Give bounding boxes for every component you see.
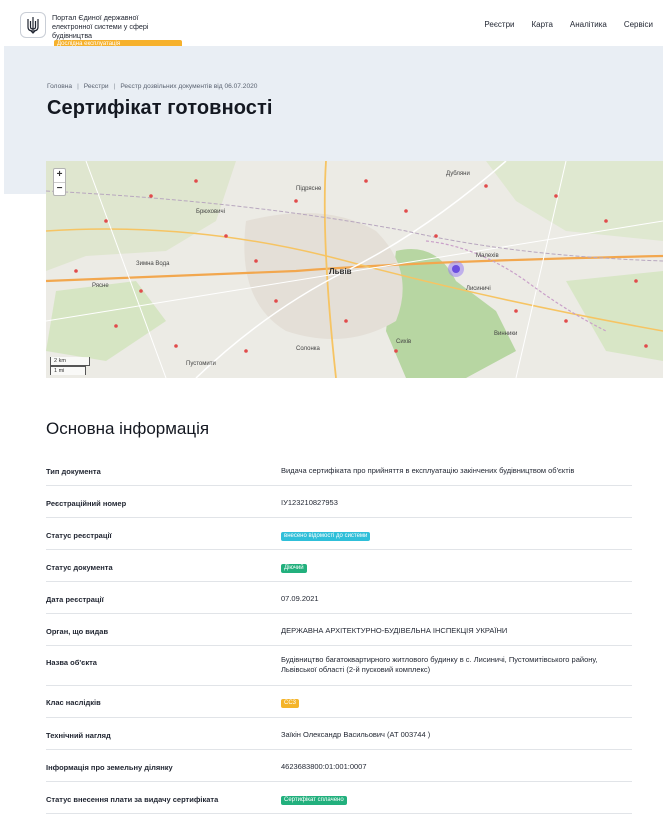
table-row: Назва об'єкта Будівництво багатоквартирно… (46, 646, 632, 686)
section-title: Основна інформація (46, 419, 210, 438)
map-label-pidriasne: Підрясне (296, 186, 322, 192)
location-map[interactable]: Рясне Львів Сихів Винники Пустомити Мале… (46, 161, 663, 378)
table-row: Статус реєстрації внесено відомості до си… (46, 518, 632, 550)
zoom-in-button[interactable]: + (54, 169, 65, 182)
row-label: Тип документа (46, 467, 101, 476)
row-value: 4623683800:01:001:0007 (281, 762, 367, 771)
table-row: Статус документа Діючий (46, 550, 632, 582)
portal-brand[interactable]: Портал Єдиної державної електронної сист… (52, 13, 182, 48)
map-label-lviv: Львів (329, 267, 352, 276)
row-value: внесено відомості до системи (281, 530, 626, 541)
table-row: Тип документа Видача сертифіката про прий… (46, 454, 632, 486)
map-tiles (46, 161, 663, 378)
row-value: Заїкін Олександр Васильович (АТ 003744 ) (281, 730, 431, 739)
breadcrumb-separator: | (113, 83, 116, 90)
table-row: Орган, що видав ДЕРЖАВНА АРХІТЕКТУРНО-БУД… (46, 614, 632, 646)
map-zoom-control: + − (53, 168, 66, 196)
row-value: ІУ123210827953 (281, 498, 338, 507)
scale-mi: 1 mi (50, 366, 86, 375)
row-label: Статус документа (46, 563, 113, 572)
row-label: Клас наслідків (46, 698, 101, 707)
trident-logo-icon[interactable] (20, 12, 46, 38)
table-row: Клас наслідків СС3 (46, 686, 632, 718)
status-badge: СС3 (281, 699, 300, 708)
map-label-sykhiv: Сихів (396, 339, 412, 345)
breadcrumb: Головна | Реєстри | Реєстр дозвільних до… (47, 83, 257, 90)
row-value: Будівництво багатоквартирного житлового … (281, 655, 598, 674)
status-badge: Сертифікат сплачено (281, 796, 347, 805)
row-value: СС3 (281, 697, 626, 708)
row-value: ДЕРЖАВНА АРХІТЕКТУРНО-БУДІВЕЛЬНА ІНСПЕКЦ… (281, 626, 508, 635)
status-badge: внесено відомості до системи (281, 532, 371, 541)
map-label-malekhiv: Малехів (476, 253, 499, 259)
scale-km: 2 km (50, 357, 90, 366)
row-label: Технічний нагляд (46, 731, 111, 740)
breadcrumb-separator: | (77, 83, 79, 90)
brand-line-2: електронної системи у сфері (52, 22, 149, 31)
breadcrumb-home[interactable]: Головна (47, 83, 72, 90)
breadcrumb-registries[interactable]: Реєстри (84, 83, 109, 90)
row-value: Діючий (281, 562, 626, 573)
page-title: Сертифікат готовності (47, 97, 273, 119)
site-header: Портал Єдиної державної електронної сист… (0, 0, 663, 48)
status-badge: Діючий (281, 564, 307, 573)
table-row: Реєстраційний номер ІУ123210827953 (46, 486, 632, 518)
row-label: Інформація про земельну ділянку (46, 763, 173, 772)
row-label: Орган, що видав (46, 627, 109, 636)
table-row: Технічний нагляд Заїкін Олександр Васильо… (46, 718, 632, 750)
map-label-briukhovychi: Брюховичі (196, 209, 225, 215)
brand-line-3-text: будівництва (52, 31, 93, 40)
zoom-out-button[interactable]: − (54, 182, 65, 195)
table-row: Статус внесення плати за видачу сертифік… (46, 782, 632, 814)
row-label: Статус внесення плати за видачу сертифік… (46, 795, 219, 804)
brand-line-1: Портал Єдиної державної (52, 13, 139, 22)
row-value: Сертифікат сплачено (281, 794, 626, 805)
nav-analytics[interactable]: Аналітика (570, 20, 607, 29)
map-label-zymna-voda: Зимна Вода (136, 261, 170, 267)
row-label: Дата реєстрації (46, 595, 104, 604)
row-label: Реєстраційний номер (46, 499, 127, 508)
nav-services[interactable]: Сервіси (624, 20, 653, 29)
table-row: Інформація про земельну ділянку 462368380… (46, 750, 632, 782)
main-nav: Реєстри Карта Аналітика Сервіси (484, 20, 653, 29)
map-label-dubliany: Дубляни (446, 171, 470, 177)
row-value: 07.09.2021 (281, 594, 319, 603)
row-label: Статус реєстрації (46, 531, 112, 540)
map-scale: 2 km 1 mi (50, 357, 90, 375)
breadcrumb-current[interactable]: Реєстр дозвільних документів від 06.07.2… (120, 83, 257, 90)
nav-map[interactable]: Карта (532, 20, 553, 29)
map-label-vynnyky: Винники (494, 331, 518, 337)
map-label-lysynychi: Лисиничі (466, 286, 491, 292)
map-label-riasne: Рясне (92, 283, 109, 289)
row-label: Назва об'єкта (46, 658, 97, 667)
table-row: Дата реєстрації 07.09.2021 (46, 582, 632, 614)
info-table: Тип документа Видача сертифіката про прий… (46, 454, 632, 814)
map-label-pustomyty: Пустомити (186, 361, 216, 367)
row-value: Видача сертифіката про прийняття в експл… (281, 466, 575, 475)
map-label-solonka: Солонка (296, 346, 320, 352)
nav-registries[interactable]: Реєстри (484, 20, 514, 29)
